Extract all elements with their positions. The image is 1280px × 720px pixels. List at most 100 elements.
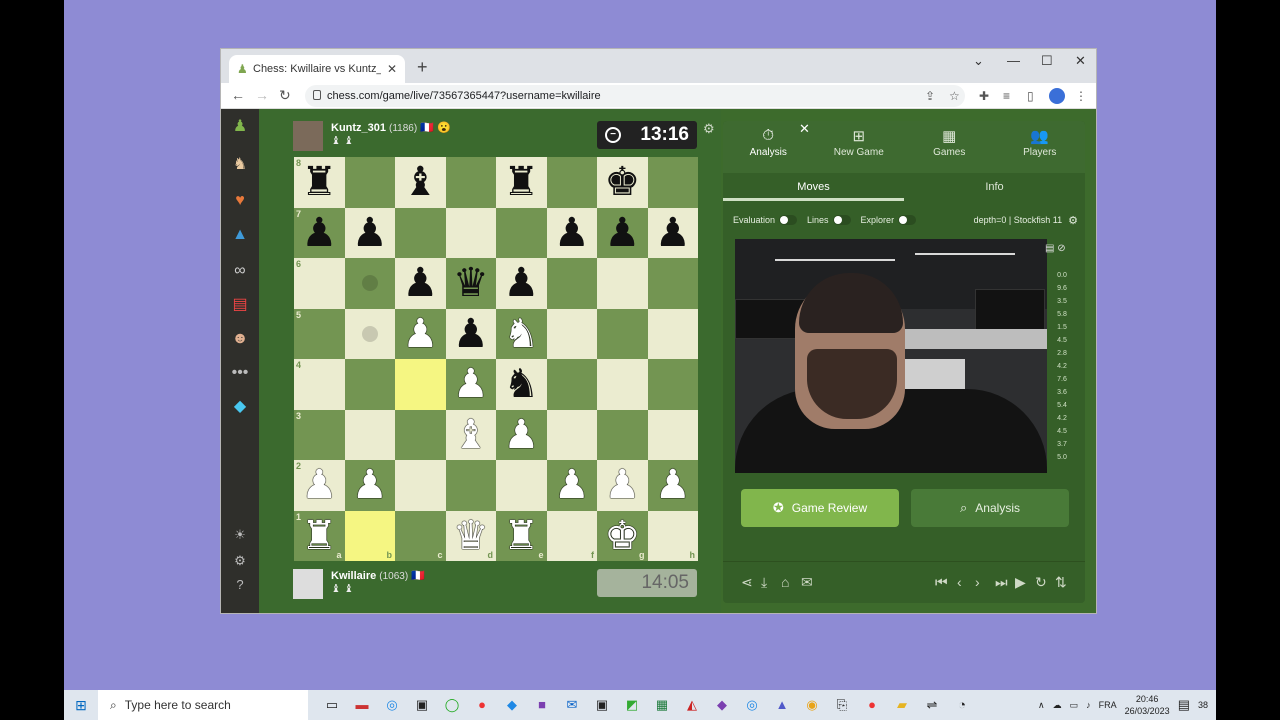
square-f3[interactable] [546, 409, 597, 460]
app-icon[interactable]: ● [862, 695, 882, 715]
chess-board[interactable]: ♜ 8 ♝ ♜ ♚ ♟ 7 ♟ ♟ ♟ ♟ 6 ♟ ♛ ♟ 5 ♟ ♟ ♞ 4 ♟ ♞ 3 ♝ ♟ ♟ 2 ♟ ♟ ♟ ♟ ♜ 1 a b c ♛ d ♜ e… [294, 157, 698, 561]
white-king-piece[interactable]: ♚ [604, 516, 640, 556]
white-queen-piece[interactable]: ♛ [453, 516, 489, 556]
square-b6[interactable] [344, 258, 395, 309]
square-e6[interactable]: ♟ [496, 258, 547, 309]
help-icon[interactable]: ? [230, 575, 250, 595]
square-h8[interactable] [647, 157, 698, 208]
visual-studio-icon[interactable]: ◆ [712, 695, 732, 715]
tab-search-icon[interactable]: ⌄ [973, 53, 984, 69]
chrome-icon[interactable]: ◉ [802, 695, 822, 715]
language-indicator[interactable]: FRA [1099, 700, 1117, 710]
square-d6[interactable]: ♛ [445, 258, 496, 309]
black-pawn-piece[interactable]: ♟ [352, 213, 388, 253]
square-f5[interactable] [546, 308, 597, 359]
black-pawn-piece[interactable]: ♟ [503, 263, 539, 303]
app-icon[interactable]: ◯ [442, 695, 462, 715]
square-c3[interactable] [395, 409, 446, 460]
square-c8[interactable]: ♝ [395, 157, 446, 208]
square-d8[interactable] [445, 157, 496, 208]
lessons-icon[interactable]: ♥ [230, 191, 250, 211]
app-icon[interactable]: ◩ [622, 695, 642, 715]
square-b7[interactable]: ♟ [344, 207, 395, 258]
square-h1[interactable]: h [647, 510, 698, 561]
chat-icon[interactable]: ✉ [801, 574, 813, 591]
forward-button[interactable]: → [255, 87, 269, 103]
square-a3[interactable]: 3 [294, 409, 345, 460]
square-g6[interactable] [597, 258, 648, 309]
puzzle-icon[interactable]: ♞ [230, 155, 250, 175]
lines-toggle[interactable] [832, 215, 851, 225]
square-f1[interactable]: f [546, 510, 597, 561]
square-c1[interactable]: c [395, 510, 446, 561]
volume-icon[interactable]: ♪ [1086, 700, 1091, 710]
square-e4[interactable]: ♞ [496, 359, 547, 410]
explorer-toggle[interactable] [898, 215, 917, 225]
black-pawn-piece[interactable]: ♟ [453, 314, 489, 354]
close-window-button[interactable]: ✕ [1075, 53, 1086, 69]
play-icon[interactable]: ▶ [1015, 574, 1026, 591]
square-c7[interactable] [395, 207, 446, 258]
learn-icon[interactable]: ▲ [230, 225, 250, 245]
square-b1[interactable]: b [344, 510, 395, 561]
square-b8[interactable] [344, 157, 395, 208]
square-b3[interactable] [344, 409, 395, 460]
square-f7[interactable]: ♟ [546, 207, 597, 258]
folder-icon[interactable]: ▰ [892, 695, 912, 715]
move-hint-dot[interactable] [361, 275, 378, 292]
square-a8[interactable]: ♜ 8 [294, 157, 345, 208]
evaluation-toggle[interactable] [779, 215, 798, 225]
share-icon[interactable]: ⇪ [925, 89, 935, 103]
flip-board-icon[interactable]: ⇅ [1055, 574, 1067, 591]
square-e3[interactable]: ♟ [496, 409, 547, 460]
prev-move-icon[interactable]: ‹ [957, 574, 962, 590]
black-bishop-piece[interactable]: ♝ [402, 162, 438, 202]
url-bar[interactable]: chess.com/game/live/73567365447?username… [305, 85, 965, 107]
white-pawn-piece[interactable]: ♟ [503, 415, 539, 455]
chevron-up-icon[interactable]: ∧ [1038, 700, 1045, 711]
square-d2[interactable] [445, 460, 496, 511]
square-a6[interactable]: 6 [294, 258, 345, 309]
diamond-icon[interactable]: ◆ [230, 397, 250, 417]
square-g3[interactable] [597, 409, 648, 460]
square-c4[interactable] [395, 359, 446, 410]
vscode-icon[interactable]: ◆ [502, 695, 522, 715]
settings-icon[interactable]: ⚙ [230, 551, 250, 571]
bottom-player-avatar[interactable] [293, 569, 323, 599]
cloud-icon[interactable]: ☁ [1053, 700, 1062, 711]
white-pawn-piece[interactable]: ♟ [554, 465, 590, 505]
square-a1[interactable]: ♜ 1 a [294, 510, 345, 561]
app-icon[interactable]: ⎘ [832, 695, 852, 715]
social-icon[interactable]: ☻ [230, 329, 250, 349]
square-e7[interactable] [496, 207, 547, 258]
black-pawn-piece[interactable]: ♟ [402, 263, 438, 303]
square-f6[interactable] [546, 258, 597, 309]
black-knight-piece[interactable]: ♞ [503, 364, 539, 404]
square-h4[interactable] [647, 359, 698, 410]
white-pawn-piece[interactable]: ♟ [352, 465, 388, 505]
side-panel-icon[interactable]: ▯ [1027, 89, 1034, 103]
app-icon[interactable]: ▬ [352, 695, 372, 715]
top-player-avatar[interactable] [293, 121, 323, 151]
square-e5[interactable]: ♞ [496, 308, 547, 359]
share-game-icon[interactable]: ⋖ [741, 574, 753, 591]
tab-players[interactable]: 👥 Players [995, 121, 1086, 173]
first-move-icon[interactable]: ⏮ [935, 574, 948, 591]
white-bishop-piece[interactable]: ♝ [453, 415, 489, 455]
white-knight-piece[interactable]: ♞ [503, 314, 539, 354]
square-g2[interactable]: ♟ [597, 460, 648, 511]
tab-new-game[interactable]: ⊞ New Game [814, 121, 905, 173]
black-rook-piece[interactable]: ♜ [503, 162, 539, 202]
square-d3[interactable]: ♝ [445, 409, 496, 460]
tab-games[interactable]: ▦ Games [904, 121, 995, 173]
square-f4[interactable] [546, 359, 597, 410]
square-a2[interactable]: ♟ 2 [294, 460, 345, 511]
download-icon[interactable]: ⤓ [761, 574, 767, 591]
square-h3[interactable] [647, 409, 698, 460]
outlook-icon[interactable]: ✉ [562, 695, 582, 715]
taskbar-clock[interactable]: 20:46 26/03/2023 [1125, 693, 1170, 717]
last-move-icon[interactable]: ⏭ [995, 574, 1008, 591]
watch-icon[interactable]: ∞ [230, 261, 250, 281]
square-h7[interactable]: ♟ [647, 207, 698, 258]
chess-logo-icon[interactable]: ♟ [230, 117, 250, 137]
